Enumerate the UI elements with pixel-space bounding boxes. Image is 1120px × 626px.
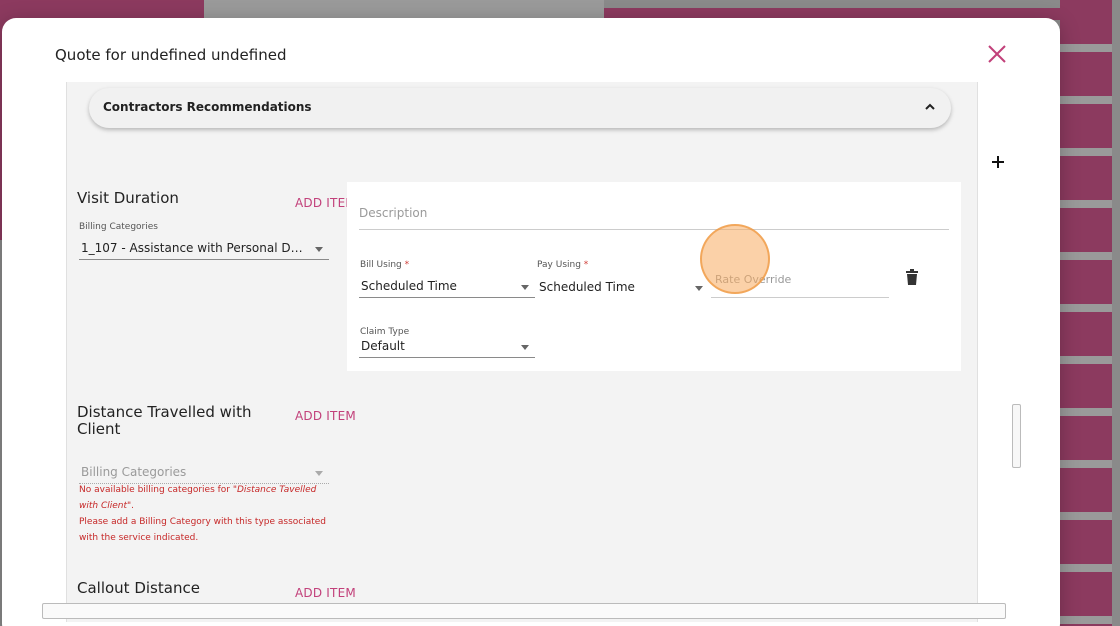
billing-select-value: 1_107 - Assistance with Personal Domest.…: [81, 241, 309, 255]
background-edge: [1112, 0, 1120, 626]
description-field[interactable]: [359, 192, 949, 230]
claim-type-value: Default: [361, 339, 405, 353]
horizontal-scrollbar[interactable]: [42, 603, 1006, 619]
contractors-recommendations-accordion[interactable]: Contractors Recommendations: [89, 88, 951, 128]
quote-content-area[interactable]: Contractors Recommendations Visit Durati…: [66, 82, 978, 622]
caret-down-icon: [315, 471, 323, 476]
rate-override-input[interactable]: [711, 264, 889, 294]
billing-categories-label: Billing Categories: [79, 222, 158, 232]
distance-billing-placeholder: Billing Categories: [81, 465, 187, 479]
pay-using-label: Pay Using *: [537, 260, 589, 270]
callout-distance-title: Callout Distance: [77, 579, 200, 597]
plus-icon[interactable]: [990, 154, 1006, 170]
visit-duration-item-card: Bill Using * Scheduled Time Pay Using * …: [347, 182, 961, 371]
background-list-rows: [1060, 0, 1120, 626]
distance-travelled-title: Distance Travelled with Client: [77, 403, 252, 438]
close-button[interactable]: [986, 43, 1008, 65]
pay-using-value: Scheduled Time: [539, 280, 635, 294]
trash-icon[interactable]: [905, 269, 919, 285]
background-header: [204, 0, 604, 18]
chevron-up-icon: [925, 103, 935, 110]
caret-down-icon: [521, 345, 529, 350]
distance-billing-error: No available billing categories for "Dis…: [79, 485, 327, 543]
bill-using-value: Scheduled Time: [361, 279, 457, 293]
distance-add-item-button[interactable]: ADD ITEM: [295, 409, 356, 423]
modal-title: Quote for undefined undefined: [55, 46, 287, 64]
vertical-scrollbar[interactable]: [1012, 404, 1021, 468]
accordion-label: Contractors Recommendations: [103, 100, 312, 114]
visit-duration-billing-select[interactable]: 1_107 - Assistance with Personal Domest.…: [79, 238, 329, 260]
claim-type-select[interactable]: Default: [359, 336, 535, 358]
description-input[interactable]: [359, 196, 949, 230]
close-icon: [988, 45, 1006, 63]
callout-add-item-button[interactable]: ADD ITEM: [295, 586, 356, 600]
caret-down-icon: [695, 286, 703, 291]
distance-billing-select: Billing Categories: [79, 462, 329, 484]
caret-down-icon: [315, 247, 323, 252]
pay-using-select[interactable]: Scheduled Time: [537, 277, 709, 299]
rate-override-field[interactable]: [711, 262, 889, 298]
visit-duration-title: Visit Duration: [77, 189, 179, 207]
quote-modal: Quote for undefined undefined Contractor…: [2, 18, 1060, 626]
bill-using-select[interactable]: Scheduled Time: [359, 276, 535, 298]
caret-down-icon: [521, 285, 529, 290]
bill-using-label: Bill Using *: [360, 260, 410, 270]
